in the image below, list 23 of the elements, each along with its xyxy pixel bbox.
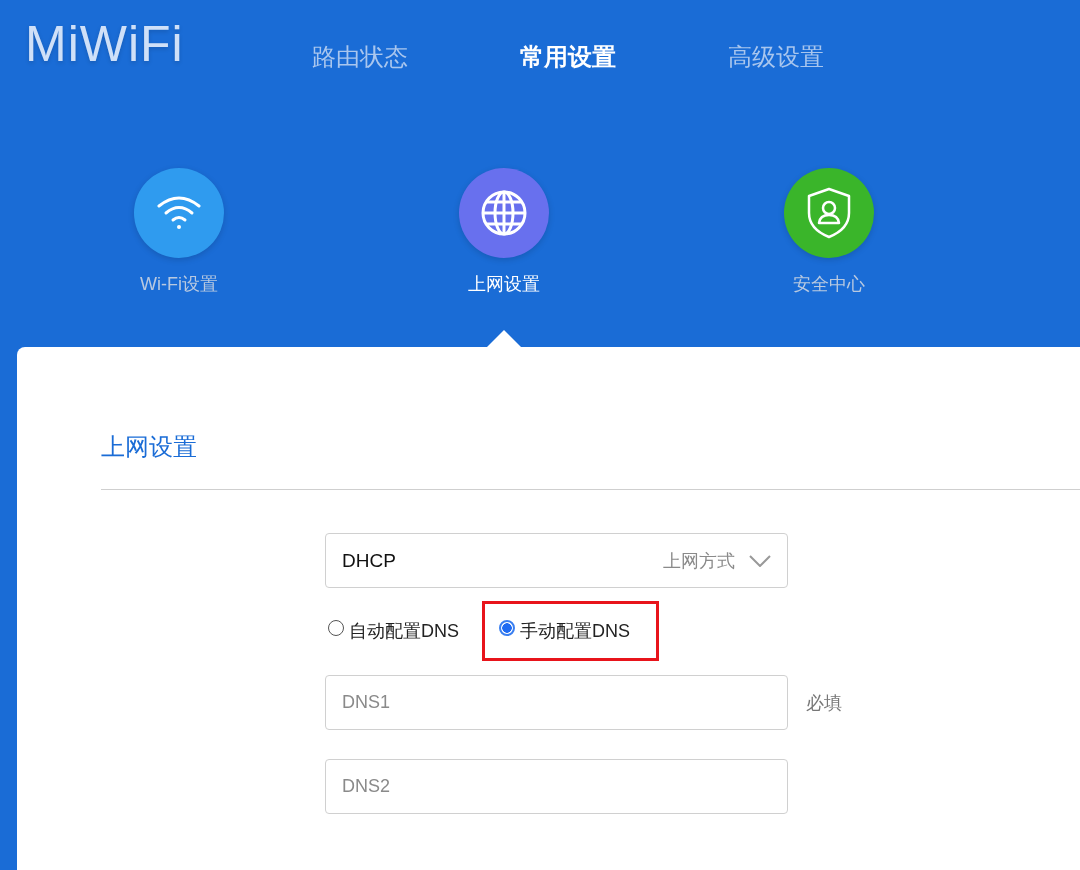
wifi-icon xyxy=(156,194,202,232)
chevron-down-icon xyxy=(749,554,771,567)
nav-tab[interactable]: 高级设置 xyxy=(728,41,824,73)
radio-button[interactable] xyxy=(499,620,515,636)
section-label[interactable]: 安全中心 xyxy=(793,272,865,296)
radio-label[interactable]: 手动配置DNS xyxy=(520,619,631,643)
dns-field[interactable]: DNS1 xyxy=(325,675,788,730)
section-label[interactable]: Wi-Fi设置 xyxy=(140,272,218,296)
radio-button[interactable] xyxy=(328,620,344,636)
radio-label[interactable]: 自动配置DNS xyxy=(349,619,459,643)
connection-type-select[interactable]: DHCP 上网方式 xyxy=(325,533,788,588)
logo: MiWiFi xyxy=(25,15,185,73)
section-button[interactable] xyxy=(784,168,874,258)
card-title: 上网设置 xyxy=(101,432,198,462)
shield-user-icon xyxy=(806,187,852,239)
nav-tab[interactable]: 常用设置 xyxy=(520,41,616,73)
section-button[interactable] xyxy=(459,168,549,258)
required-note: 必填 xyxy=(806,691,842,715)
section-label[interactable]: 上网设置 xyxy=(468,272,540,296)
nav-tab[interactable]: 路由状态 xyxy=(312,41,408,73)
dns-field[interactable]: DNS2 xyxy=(325,759,788,814)
section-button[interactable] xyxy=(134,168,224,258)
globe-icon xyxy=(480,189,528,237)
